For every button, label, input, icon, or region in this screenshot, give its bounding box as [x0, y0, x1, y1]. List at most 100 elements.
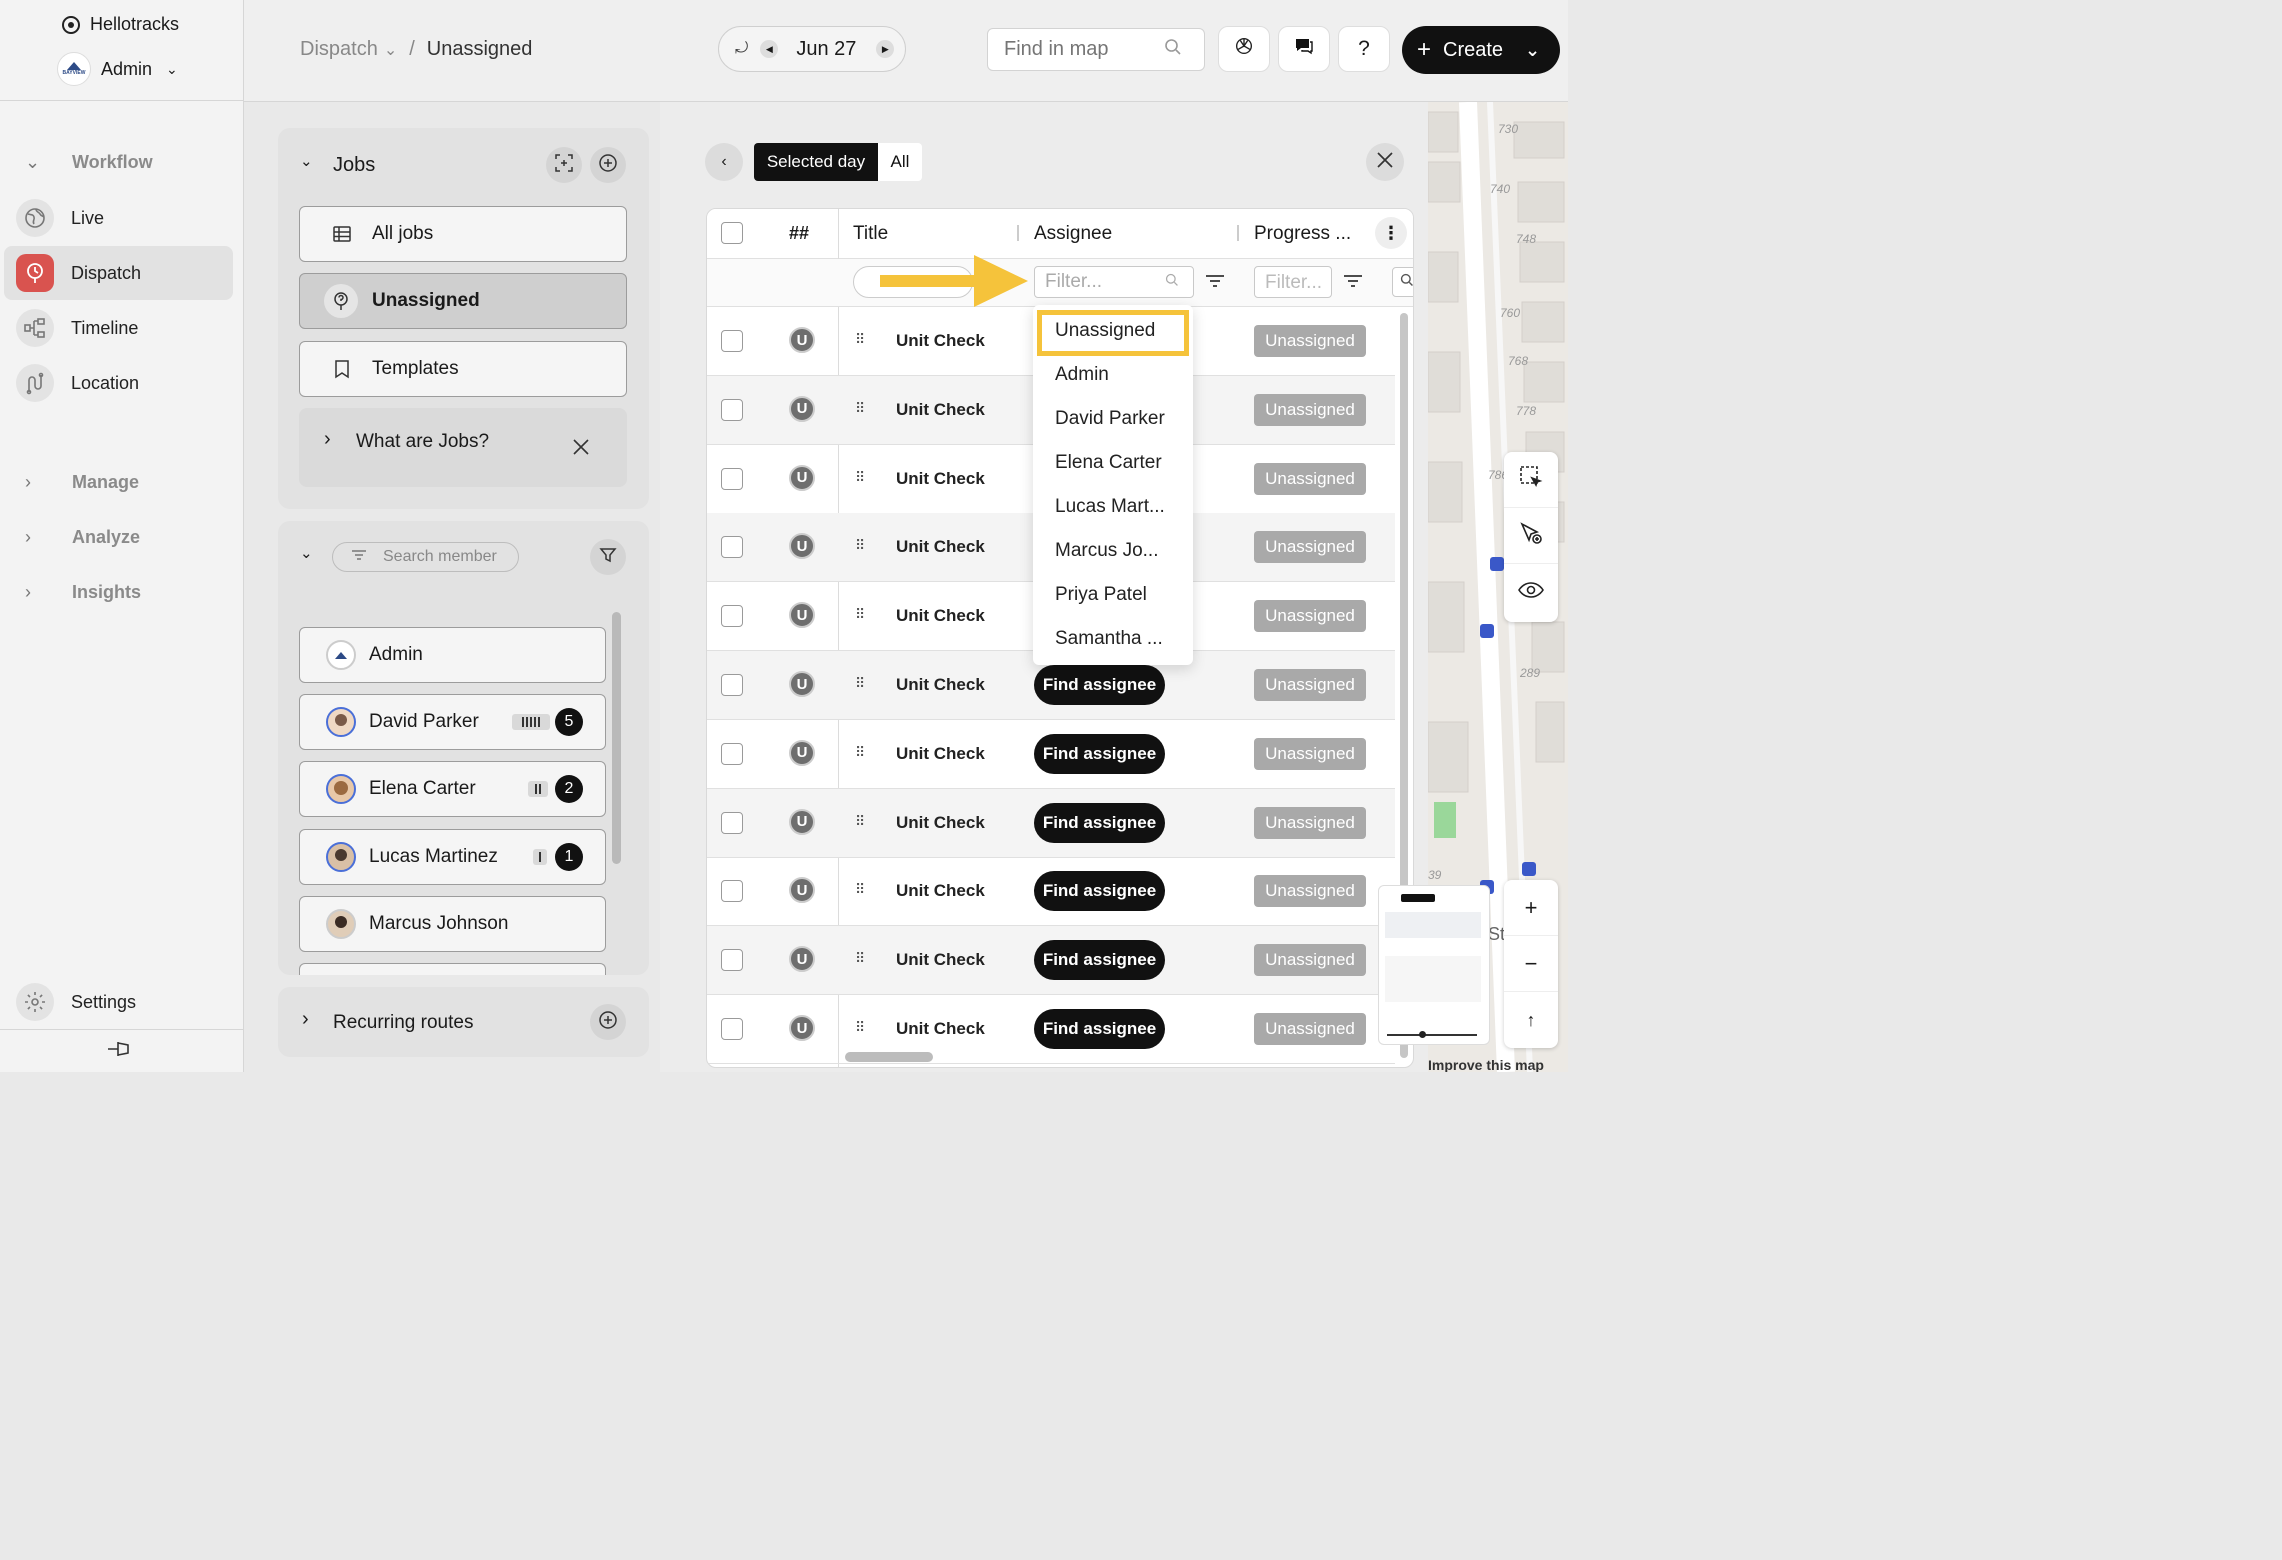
job-title[interactable]: Unit Check [896, 950, 985, 970]
job-title[interactable]: Unit Check [896, 744, 985, 764]
row-checkbox[interactable] [721, 674, 743, 696]
table-row[interactable]: U ⠿ Unit Check Find assignee Unassigned [707, 926, 1395, 996]
create-button[interactable]: + Create ⌄ [1402, 26, 1560, 74]
sidebar-item-dispatch[interactable]: Dispatch [4, 246, 233, 300]
row-checkbox[interactable] [721, 880, 743, 903]
dropdown-option[interactable]: Admin [1055, 364, 1109, 386]
map-layers-preview[interactable] [1378, 885, 1490, 1045]
drag-handle-icon[interactable]: ⠿ [855, 813, 866, 830]
reset-date-icon[interactable]: ⤾ [735, 40, 748, 58]
close-list-button[interactable] [1366, 143, 1404, 181]
prev-day-button[interactable]: ◀ [760, 40, 779, 58]
job-title[interactable]: Unit Check [896, 813, 985, 833]
reset-north-button[interactable]: ↑ [1504, 992, 1558, 1048]
chevron-down-icon[interactable]: ⌄ [300, 152, 313, 170]
find-assignee-button[interactable]: Find assignee [1034, 665, 1165, 705]
assignee-filter-options-icon[interactable] [1205, 273, 1225, 294]
sidebar-item-timeline[interactable]: Timeline [4, 301, 233, 355]
unassigned-jobs-button[interactable]: Unassigned [299, 273, 627, 329]
chat-button[interactable] [1278, 26, 1330, 72]
improve-map-link[interactable]: Improve this map [1428, 1057, 1544, 1072]
manage-section[interactable]: › Manage [25, 472, 139, 493]
drag-handle-icon[interactable]: ⠿ [855, 1019, 866, 1036]
current-date[interactable]: Jun 27 [796, 38, 856, 61]
drag-handle-icon[interactable]: ⠿ [855, 744, 866, 761]
close-icon[interactable] [571, 437, 591, 462]
pin-sidebar-icon[interactable] [106, 1038, 132, 1065]
column-resizer[interactable] [1017, 225, 1019, 241]
find-assignee-button[interactable]: Find assignee [1034, 1009, 1165, 1049]
column-menu-button[interactable]: ⋮ [1375, 217, 1407, 249]
job-title[interactable]: Unit Check [896, 400, 985, 420]
dropdown-option[interactable]: Lucas Mart... [1055, 496, 1165, 518]
job-title[interactable]: Unit Check [896, 1019, 985, 1039]
add-place-button[interactable] [1504, 508, 1558, 564]
extra-filter-input[interactable] [1392, 267, 1413, 297]
workflow-section[interactable]: ⌄ Workflow [25, 152, 153, 173]
dropdown-option[interactable]: Priya Patel [1055, 584, 1147, 606]
lasso-select-button[interactable] [1504, 452, 1558, 508]
drag-handle-icon[interactable]: ⠿ [855, 537, 866, 554]
insights-section[interactable]: › Insights [25, 582, 141, 603]
row-checkbox[interactable] [721, 467, 743, 490]
row-checkbox[interactable] [721, 949, 743, 972]
help-button[interactable]: ? [1338, 26, 1390, 72]
table-horizontal-scrollbar[interactable] [845, 1052, 933, 1062]
collapse-list-button[interactable]: ‹ [705, 143, 743, 181]
row-checkbox[interactable] [721, 1018, 743, 1040]
dropdown-option[interactable]: David Parker [1055, 408, 1165, 430]
org-switcher[interactable]: BAYVIEW Admin ⌄ [57, 52, 178, 86]
drag-handle-icon[interactable]: ⠿ [855, 331, 866, 348]
chevron-down-icon[interactable]: ⌄ [384, 40, 397, 60]
visibility-button[interactable] [1504, 564, 1558, 620]
zoom-in-button[interactable]: + [1504, 880, 1558, 936]
breadcrumb-dispatch[interactable]: Dispatch [300, 38, 378, 61]
column-number[interactable]: ## [789, 223, 809, 244]
drag-handle-icon[interactable]: ⠿ [855, 606, 866, 623]
row-checkbox[interactable] [721, 811, 743, 834]
job-title[interactable]: Unit Check [896, 606, 985, 626]
row-checkbox[interactable] [721, 330, 743, 352]
drag-handle-icon[interactable]: ⠿ [855, 469, 866, 486]
column-progress[interactable]: Progress ... [1254, 223, 1351, 245]
row-checkbox[interactable] [721, 398, 743, 421]
import-jobs-button[interactable] [546, 147, 582, 183]
dropdown-option[interactable]: Marcus Jo... [1055, 540, 1158, 562]
column-title[interactable]: Title [853, 223, 888, 245]
find-assignee-button[interactable]: Find assignee [1034, 940, 1165, 981]
find-assignee-button[interactable]: Find assignee [1034, 871, 1165, 912]
templates-button[interactable]: Templates [299, 341, 627, 397]
dropdown-option[interactable]: Samantha ... [1055, 628, 1163, 650]
add-route-button[interactable] [590, 1004, 626, 1040]
find-assignee-button[interactable]: Find assignee [1034, 802, 1165, 843]
job-title[interactable]: Unit Check [896, 675, 985, 695]
sidebar-item-location[interactable]: Location [4, 356, 233, 410]
job-title[interactable]: Unit Check [896, 469, 985, 489]
member-item[interactable]: David Parker 5 [299, 694, 606, 750]
dropdown-option-unassigned[interactable]: Unassigned [1055, 320, 1155, 342]
drag-handle-icon[interactable]: ⠿ [855, 950, 866, 967]
member-filter-button[interactable] [590, 539, 626, 575]
dropdown-option[interactable]: Elena Carter [1055, 452, 1162, 474]
progress-filter-input[interactable]: Filter... [1254, 266, 1332, 298]
drag-handle-icon[interactable]: ⠿ [855, 675, 866, 692]
row-checkbox[interactable] [721, 536, 743, 559]
assignee-filter-input[interactable]: Filter... [1034, 266, 1194, 298]
find-assignee-button[interactable]: Find assignee [1034, 733, 1165, 774]
row-checkbox[interactable] [721, 742, 743, 765]
member-search[interactable]: Search member [332, 542, 519, 572]
member-item[interactable]: Admin [299, 627, 606, 683]
progress-filter-options-icon[interactable] [1343, 273, 1363, 294]
job-title[interactable]: Unit Check [896, 881, 985, 901]
bus-stop-icon[interactable] [1522, 862, 1536, 876]
drag-handle-icon[interactable]: ⠿ [855, 881, 866, 898]
member-item[interactable] [299, 963, 606, 975]
bus-stop-icon[interactable] [1490, 557, 1504, 571]
tab-selected-day[interactable]: Selected day [754, 143, 878, 181]
map-search-input[interactable] [1004, 38, 1164, 61]
tab-all[interactable]: All [878, 143, 922, 181]
chevron-down-icon[interactable]: ⌄ [300, 544, 313, 562]
sidebar-item-live[interactable]: Live [4, 191, 233, 245]
ai-assistant-button[interactable] [1218, 26, 1270, 72]
analyze-section[interactable]: › Analyze [25, 527, 140, 548]
